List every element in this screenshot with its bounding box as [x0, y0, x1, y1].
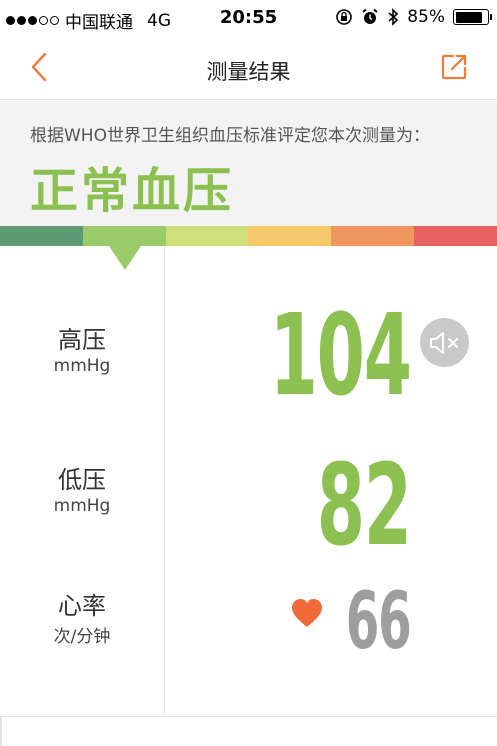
nav-bar: 测量结果	[0, 36, 497, 100]
scale-segment	[414, 226, 497, 246]
orientation-lock-icon	[336, 9, 353, 25]
heart-rate-label: 心率	[58, 592, 106, 620]
bottom-divider	[0, 716, 497, 717]
result-caption: 根据WHO世界卫生组织血压标准评定您本次测量为：	[30, 126, 430, 146]
result-classification: 正常血压	[30, 163, 235, 219]
diastolic-label-group: 低压 mmHg	[0, 460, 164, 516]
result-panel: 根据WHO世界卫生组织血压标准评定您本次测量为： 正常血压	[0, 101, 497, 226]
battery-icon	[453, 9, 492, 25]
status-bar: 中国联通 4G 20:55 85%	[0, 0, 497, 36]
mute-button[interactable]	[420, 318, 469, 367]
heart-rate-label-group: 心率 次/分钟	[0, 586, 164, 647]
systolic-label: 高压	[58, 326, 106, 354]
page-title: 测量结果	[206, 60, 291, 84]
systolic-unit: mmHg	[53, 356, 111, 376]
scale-segment	[0, 226, 83, 246]
heart-icon	[292, 599, 322, 627]
diastolic-unit: mmHg	[53, 496, 111, 516]
scale-pointer	[109, 246, 141, 270]
bluetooth-icon	[388, 8, 399, 26]
diastolic-value: 82	[316, 441, 412, 571]
systolic-value: 104	[269, 291, 412, 421]
share-icon	[441, 54, 467, 80]
status-right: 85%	[335, 7, 492, 27]
bottom-edge	[0, 716, 2, 746]
battery-percent: 85%	[407, 7, 445, 27]
column-divider	[164, 246, 165, 716]
alarm-icon	[362, 8, 378, 24]
scale-segment	[82, 226, 166, 246]
scale-segment	[165, 226, 249, 246]
speaker-mute-icon	[429, 331, 458, 354]
systolic-label-group: 高压 mmHg	[0, 320, 164, 376]
share-button[interactable]	[437, 50, 471, 84]
heart-rate-unit: 次/分钟	[53, 627, 111, 647]
scale-segment	[331, 226, 415, 246]
diastolic-label: 低压	[58, 466, 106, 494]
scale-segment	[248, 226, 332, 246]
heart-rate-value: 66	[346, 577, 412, 667]
bp-color-scale	[0, 226, 497, 246]
